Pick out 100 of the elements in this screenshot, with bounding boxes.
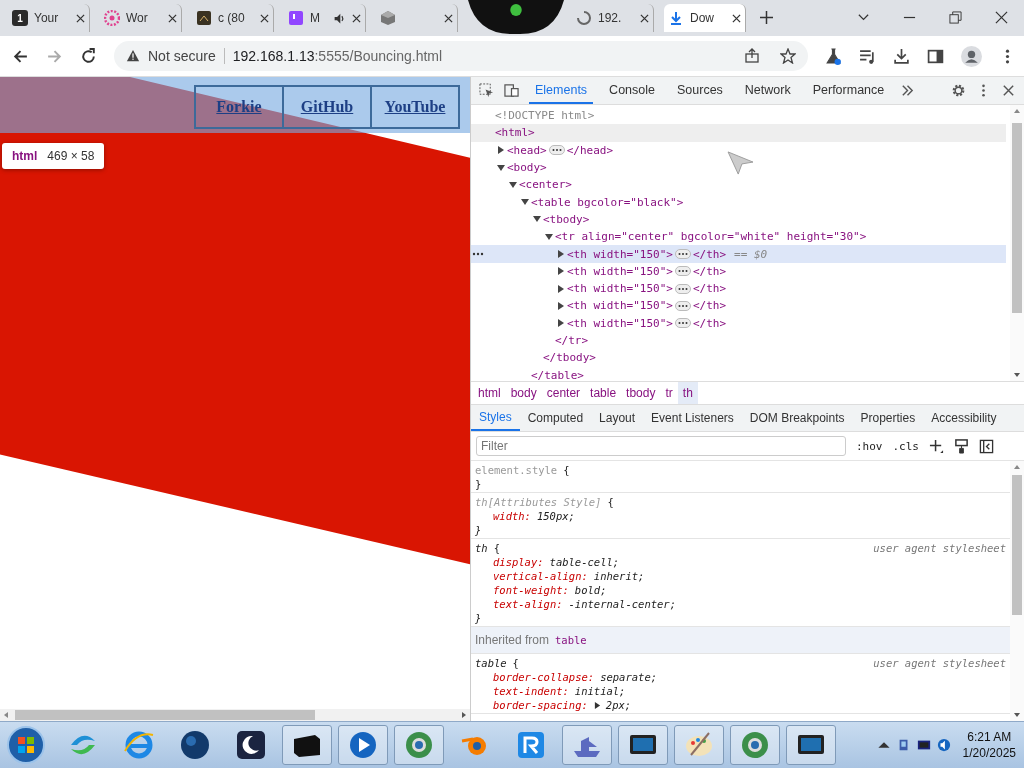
expand-triangle-icon[interactable] (593, 701, 601, 709)
scroll-right-icon[interactable] (460, 711, 468, 719)
ellipsis-icon[interactable] (472, 252, 484, 256)
browser-tab[interactable]: c (80 (192, 4, 274, 32)
nav-link[interactable]: YouTube (370, 87, 458, 127)
styles-pane-tab[interactable]: DOM Breakpoints (741, 405, 853, 431)
star-icon[interactable] (780, 48, 796, 64)
playlist-icon[interactable] (859, 47, 876, 65)
side-panel-icon[interactable] (927, 47, 944, 65)
filter-field[interactable]: Filter (476, 436, 846, 456)
dom-tree-row[interactable]: </tbody> (471, 349, 1006, 367)
scrollbar-thumb[interactable] (1012, 123, 1022, 313)
close-icon[interactable] (995, 11, 1008, 24)
scroll-down-icon[interactable] (1013, 711, 1021, 719)
speaker-icon[interactable] (936, 738, 951, 752)
devtools-tab[interactable]: Elements (529, 77, 594, 104)
disclosure-triangle-icon[interactable] (557, 284, 565, 293)
disclosure-triangle-icon[interactable] (557, 250, 565, 258)
dom-tree-row[interactable]: <th width="150"> </th> (471, 262, 1006, 280)
taskbar-app-button[interactable] (618, 725, 668, 765)
close-icon[interactable] (444, 13, 453, 23)
dom-tree-row[interactable]: <th width="150"> </th> (471, 314, 1006, 332)
close-icon[interactable] (76, 13, 85, 23)
scroll-up-icon[interactable] (1013, 107, 1021, 115)
collapsed-content-icon[interactable] (674, 283, 691, 294)
hover-state-toggle[interactable]: :hov (856, 439, 883, 453)
styles-pane-tab[interactable]: Styles (471, 405, 520, 431)
devtools-tab[interactable]: Sources (671, 77, 729, 104)
collapsed-content-icon[interactable] (674, 300, 691, 311)
breadcrumb-item[interactable]: tr (660, 382, 678, 404)
profile-avatar-icon[interactable] (961, 45, 982, 67)
dom-tree-row[interactable]: </tr> (471, 331, 1006, 350)
styles-pane-tab[interactable]: Computed (519, 405, 592, 431)
dom-tree-row[interactable]: <!DOCTYPE html> (471, 107, 1006, 125)
collapsed-content-icon[interactable] (674, 249, 691, 259)
monitor-icon[interactable] (916, 738, 931, 752)
devtools-tab[interactable]: Performance (806, 77, 891, 104)
devtools-tab[interactable]: Console (603, 77, 661, 104)
disclosure-triangle-icon[interactable] (497, 163, 505, 172)
breadcrumb-item[interactable]: center (541, 382, 586, 404)
dom-tree-row[interactable]: <table bgcolor="black"> (471, 193, 1006, 211)
breadcrumb-item[interactable]: table (585, 382, 622, 404)
new-tab-icon[interactable] (760, 11, 773, 24)
inherited-element-link[interactable]: table (555, 634, 587, 646)
disclosure-triangle-icon[interactable] (509, 180, 517, 189)
sidebar-toggle-icon[interactable] (979, 438, 994, 454)
plus-icon[interactable] (929, 438, 944, 454)
styles-pane-tab[interactable]: Layout (591, 405, 644, 431)
more-tabs-icon[interactable] (900, 83, 916, 98)
dom-tree-row[interactable]: <tr align="center" bgcolor="white" height="30"> (471, 228, 1006, 246)
device-toolbar-icon[interactable] (504, 83, 519, 98)
dom-tree-row[interactable]: <th width="150"> </th> (471, 279, 1006, 298)
dom-tree-row[interactable]: <center> (471, 176, 1006, 194)
flask-icon[interactable] (825, 47, 842, 65)
breadcrumb-item[interactable]: th (677, 382, 698, 404)
breadcrumb-item[interactable]: html (473, 382, 506, 404)
styles-pane-tab[interactable]: Accessibility (923, 405, 1005, 431)
scrollbar-thumb[interactable] (1012, 475, 1022, 615)
dom-tree-row[interactable]: </table> (471, 366, 1006, 381)
taskbar-app-button[interactable] (282, 725, 332, 765)
disclosure-triangle-icon[interactable] (545, 232, 553, 241)
disclosure-triangle-icon[interactable] (533, 215, 541, 224)
reload-icon[interactable] (80, 47, 97, 65)
browser-tab[interactable]: Wor (100, 4, 182, 32)
styles-pane-tab[interactable]: Event Listeners (643, 405, 742, 431)
collapsed-content-icon[interactable] (674, 318, 691, 329)
close-icon[interactable] (168, 13, 177, 23)
disclosure-triangle-icon[interactable] (557, 319, 565, 328)
browser-tab[interactable]: Dow (664, 4, 746, 32)
close-icon[interactable] (260, 13, 269, 23)
share-icon[interactable] (744, 48, 760, 64)
nav-link[interactable]: GitHub (282, 87, 370, 127)
close-icon[interactable] (732, 13, 741, 23)
dom-tree-row[interactable]: <head> </head> (471, 141, 1006, 159)
taskbar-app-button[interactable] (786, 725, 836, 765)
browser-tab[interactable]: 1 Your (8, 4, 90, 32)
download-icon[interactable] (893, 47, 910, 65)
start-button-icon[interactable] (6, 725, 46, 765)
close-icon[interactable] (1001, 83, 1016, 98)
browser-tab[interactable]: 192. (572, 4, 654, 32)
close-icon[interactable] (640, 13, 649, 23)
dom-tree-row[interactable]: <tbody> (471, 210, 1006, 229)
disclosure-triangle-icon[interactable] (557, 267, 565, 276)
scroll-up-icon[interactable] (1013, 463, 1021, 471)
breadcrumb-item[interactable]: tbody (621, 382, 661, 404)
inspect-element-icon[interactable] (479, 83, 494, 98)
devtools-tab[interactable]: Network (738, 77, 797, 104)
paint-roller-icon[interactable] (954, 438, 969, 454)
restore-icon[interactable] (949, 11, 962, 24)
collapsed-content-icon[interactable] (548, 145, 565, 156)
scrollbar-thumb[interactable] (15, 710, 315, 720)
disclosure-triangle-icon[interactable] (521, 198, 529, 207)
scroll-left-icon[interactable] (2, 711, 10, 719)
browser-tab[interactable]: M (284, 4, 366, 32)
disclosure-triangle-icon[interactable] (497, 146, 505, 155)
dom-tree-row[interactable]: <html> (471, 124, 1006, 142)
dom-tree-row[interactable]: <th width="150"> </th> == $0 (471, 245, 1006, 263)
class-toggle[interactable]: .cls (892, 439, 919, 453)
dom-tree-row[interactable]: <th width="150"> </th> (471, 297, 1006, 315)
styles-pane-tab[interactable]: Properties (852, 405, 924, 431)
